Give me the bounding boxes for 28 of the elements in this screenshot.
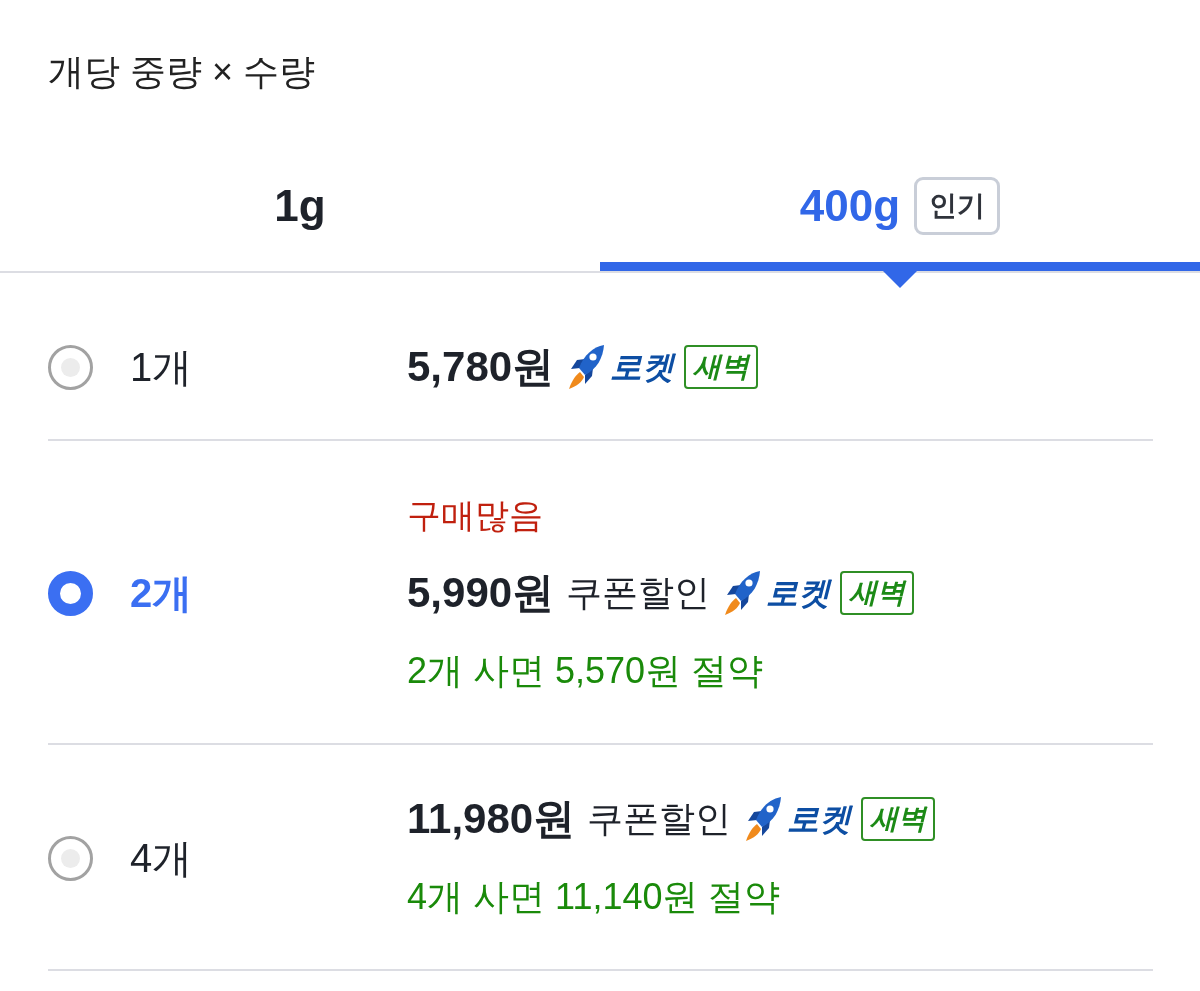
option-title: 개당 중량 × 수량 — [48, 50, 316, 94]
rocket-icon — [722, 570, 763, 616]
price-text: 11,980원 — [407, 794, 576, 844]
quantity-label: 2개 — [130, 570, 193, 617]
savings-text: 4개 사면 11,140원 절약 — [407, 875, 781, 919]
price-text: 5,780원 — [407, 342, 555, 392]
price-text: 5,990원 — [407, 568, 555, 618]
rocket-label: 로켓 — [787, 800, 852, 839]
dawn-delivery-badge: 새벽 — [861, 797, 936, 841]
savings-text: 2개 사면 5,570원 절약 — [407, 649, 764, 693]
weight-tab[interactable]: 400g 인기 — [600, 150, 1200, 271]
quantity-label: 1개 — [130, 344, 193, 391]
rocket-icon — [743, 796, 784, 842]
dawn-delivery-badge: 새벽 — [684, 345, 759, 389]
rocket-icon — [566, 344, 607, 390]
coupon-discount-label: 쿠폰할인 — [566, 571, 711, 615]
popular-badge: 인기 — [914, 177, 1001, 235]
best-seller-tag: 구매많음 — [407, 487, 543, 543]
tab-pointer-icon — [883, 271, 917, 288]
rocket-label: 로켓 — [610, 348, 675, 387]
dawn-delivery-badge: 새벽 — [840, 571, 915, 615]
rocket-label: 로켓 — [766, 574, 831, 613]
coupon-discount-label: 쿠폰할인 — [587, 797, 732, 841]
radio-button[interactable] — [48, 570, 93, 616]
quantity-label: 4개 — [130, 835, 193, 882]
radio-button[interactable] — [48, 835, 93, 881]
radio-button[interactable] — [48, 344, 93, 390]
weight-tab[interactable]: 1g — [0, 150, 600, 271]
